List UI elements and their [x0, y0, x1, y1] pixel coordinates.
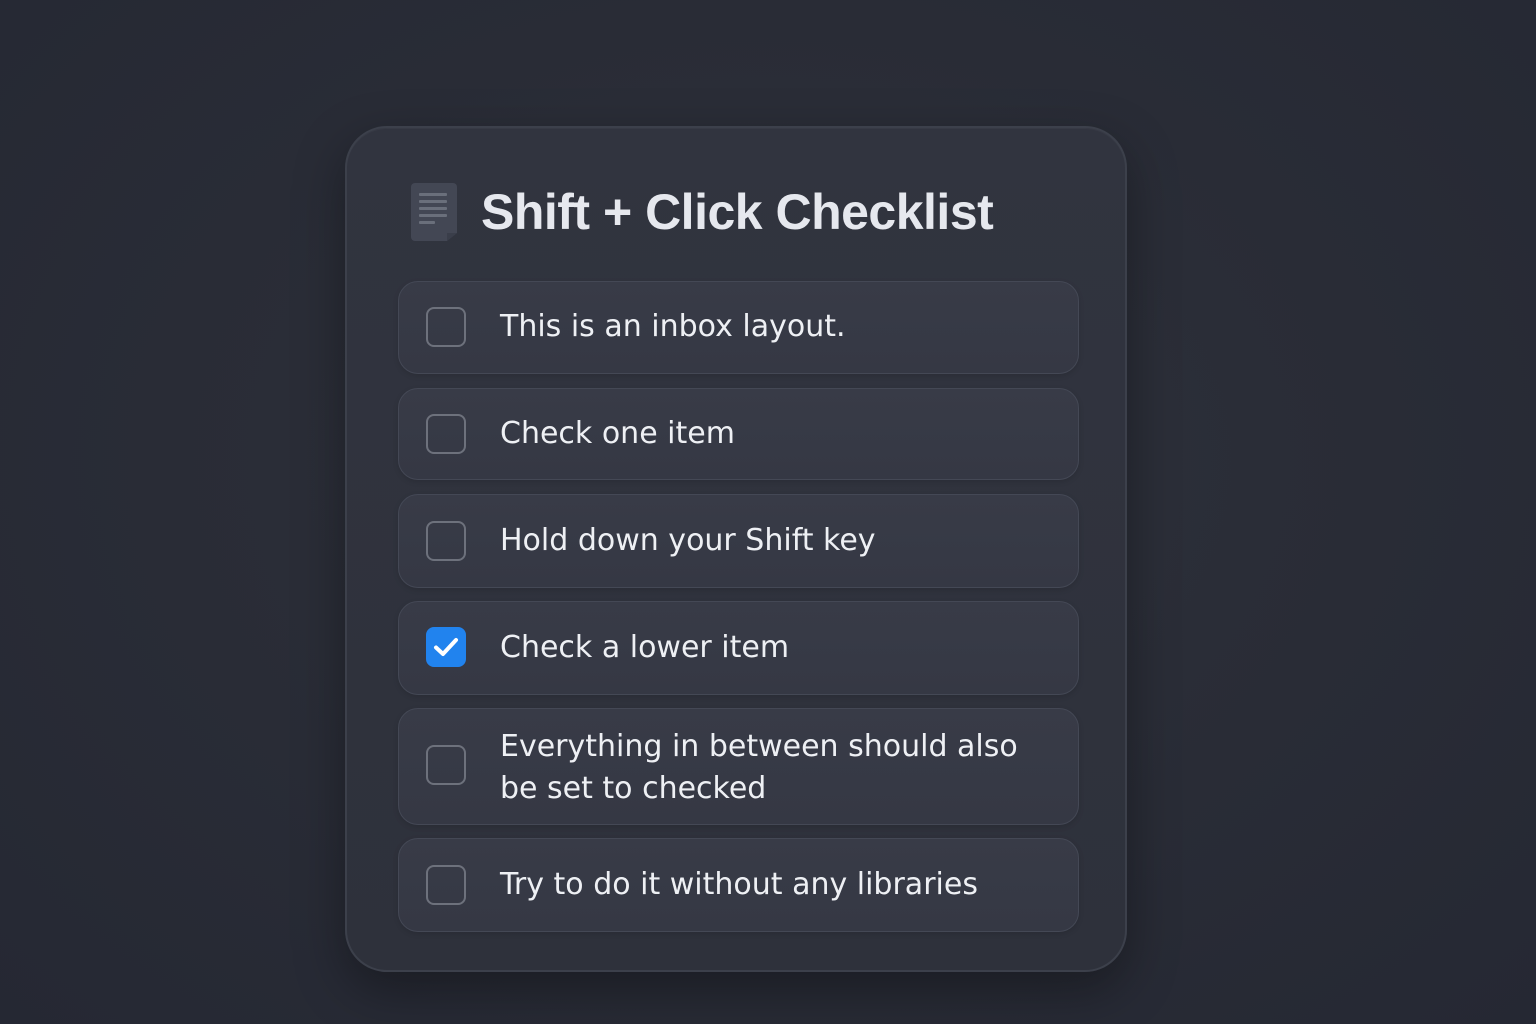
item-checkbox[interactable]	[426, 307, 466, 347]
item-checkbox[interactable]	[426, 865, 466, 905]
item-checkbox-checked[interactable]	[426, 627, 466, 667]
list-item[interactable]: Try to do it without any libraries	[398, 838, 1079, 932]
checkmark-icon	[434, 638, 458, 656]
page-title: Shift + Click Checklist	[481, 184, 994, 240]
item-checkbox[interactable]	[426, 745, 466, 785]
checklist-card: Shift + Click Checklist This is an inbox…	[345, 126, 1127, 972]
item-checkbox[interactable]	[426, 414, 466, 454]
item-label: Hold down your Shift key	[500, 523, 876, 558]
item-label: Everything in between should also be set…	[500, 729, 1018, 806]
card-header: Shift + Click Checklist	[409, 180, 994, 244]
list-item[interactable]: Everything in between should also be set…	[398, 708, 1079, 825]
item-label: Try to do it without any libraries	[500, 867, 978, 902]
item-checkbox[interactable]	[426, 521, 466, 561]
item-label: Check a lower item	[500, 630, 790, 665]
item-label: Check one item	[500, 416, 735, 451]
list-item[interactable]: This is an inbox layout.	[398, 281, 1079, 374]
list-item[interactable]: Hold down your Shift key	[398, 494, 1079, 588]
document-icon	[409, 183, 457, 241]
list-item[interactable]: Check a lower item	[398, 601, 1079, 695]
item-label: This is an inbox layout.	[500, 309, 846, 344]
list-item[interactable]: Check one item	[398, 388, 1079, 480]
